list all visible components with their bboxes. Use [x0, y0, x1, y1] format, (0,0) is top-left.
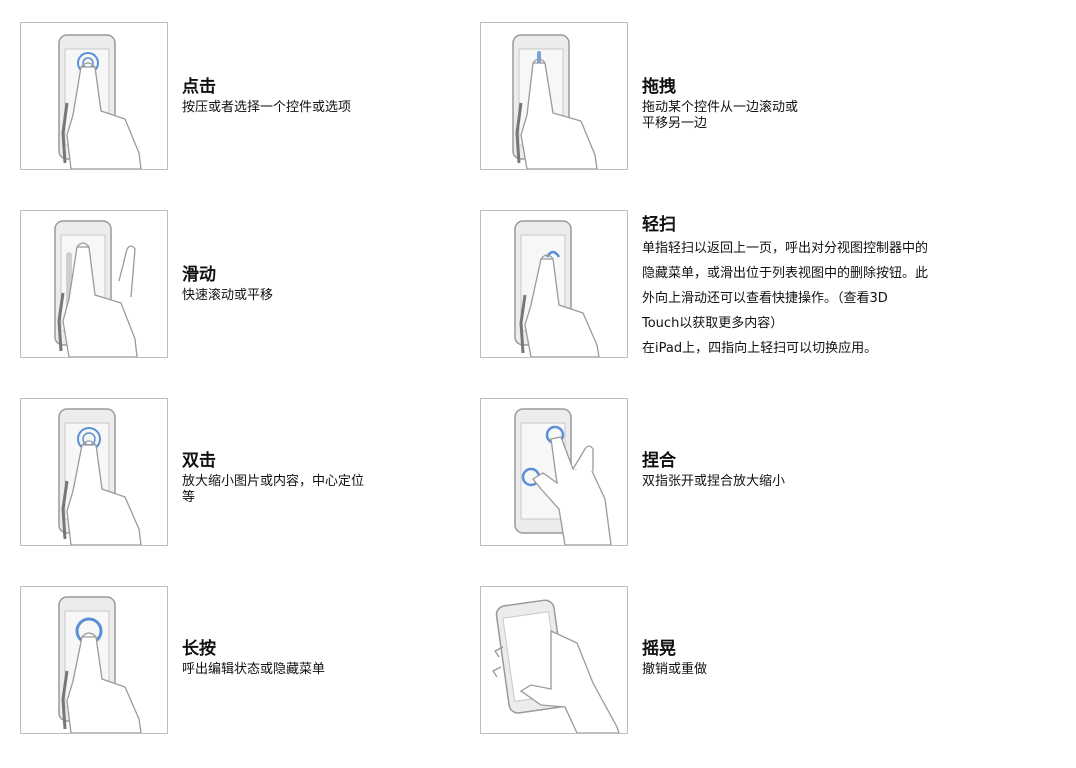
drag-gesture-icon: [512, 34, 598, 169]
gesture-title: 长按: [182, 639, 216, 659]
gesture-title: 捏合: [642, 451, 676, 471]
tap-gesture-icon: [58, 34, 142, 169]
gesture-description-line: 等: [182, 490, 196, 505]
swipe-text: 轻扫 单指轻扫以返回上一页，呼出对分视图控制器中的 隐藏菜单，或滑出位于列表视图…: [642, 214, 928, 361]
tap-text: 点击 按压或者选择一个控件或选项: [182, 76, 351, 116]
gesture-title: 轻扫: [642, 215, 676, 235]
shake-gesture-icon: [492, 599, 620, 733]
gesture-description-line: 单指轻扫以返回上一页，呼出对分视图控制器中的: [642, 241, 929, 256]
gesture-description: 呼出编辑状态或隐藏菜单: [182, 662, 326, 677]
long-press-gesture-icon: [58, 596, 142, 733]
double-tap-gesture-icon: [58, 408, 142, 545]
gesture-description: 撤销或重做: [642, 662, 708, 677]
long-press-text: 长按 呼出编辑状态或隐藏菜单: [182, 638, 325, 678]
gesture-title: 双击: [182, 451, 216, 471]
shake-text: 摇晃 撤销或重做: [642, 638, 707, 678]
double-tap-illustration: [20, 398, 168, 546]
gesture-description: 双指张开或捏合放大缩小: [642, 474, 786, 489]
gesture-description-line: 平移另一边: [642, 116, 708, 131]
gesture-description: 快速滚动或平移: [182, 288, 274, 303]
gesture-description-line: 放大缩小图片或内容，中心定位: [182, 474, 365, 489]
flick-gesture-icon: [54, 220, 138, 357]
gesture-title: 拖拽: [642, 77, 676, 97]
swipe-illustration: [480, 210, 628, 358]
double-tap-text: 双击 放大缩小图片或内容，中心定位 等: [182, 450, 364, 506]
drag-text: 拖拽 拖动某个控件从一边滚动或 平移另一边: [642, 76, 798, 132]
flick-illustration: [20, 210, 168, 358]
shake-illustration: [480, 586, 628, 734]
gesture-title: 摇晃: [642, 639, 676, 659]
gesture-description: 按压或者选择一个控件或选项: [182, 100, 352, 115]
gesture-description-line: 拖动某个控件从一边滚动或: [642, 100, 799, 115]
pinch-gesture-icon: [514, 408, 612, 545]
gesture-description-line: 外向上滑动还可以查看快捷操作。（查看3D: [642, 291, 888, 306]
tap-illustration: [20, 22, 168, 170]
drag-illustration: [480, 22, 628, 170]
gesture-title: 滑动: [182, 265, 216, 285]
gesture-description-line: 在iPad上，四指向上轻扫可以切换应用。: [642, 341, 878, 356]
flick-text: 滑动 快速滚动或平移: [182, 264, 273, 304]
gesture-description-line: 隐藏菜单，或滑出位于列表视图中的删除按钮。此: [642, 266, 929, 281]
long-press-illustration: [20, 586, 168, 734]
swipe-gesture-icon: [514, 220, 600, 357]
gesture-title: 点击: [182, 77, 216, 97]
pinch-illustration: [480, 398, 628, 546]
gesture-description-line: Touch以获取更多内容）: [642, 316, 784, 331]
pinch-text: 捏合 双指张开或捏合放大缩小: [642, 450, 785, 490]
